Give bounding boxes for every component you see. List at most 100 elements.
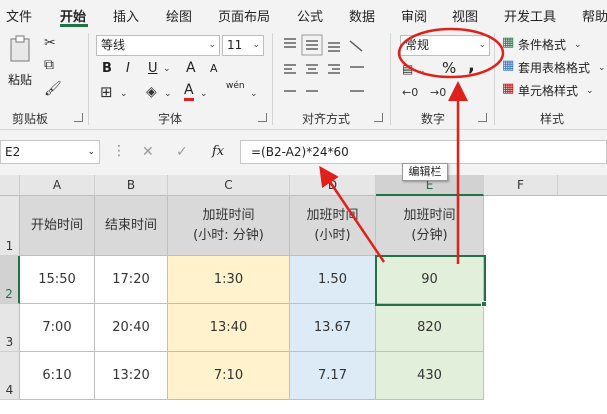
phonetic-button[interactable]: wén bbox=[226, 81, 245, 91]
more-options-icon[interactable]: ⋮ bbox=[112, 143, 126, 159]
cell-b1[interactable]: 结束时间 bbox=[95, 196, 168, 256]
tab-file[interactable]: 文件 bbox=[6, 6, 32, 25]
cancel-icon[interactable]: ✕ bbox=[142, 144, 154, 160]
tab-page-layout[interactable]: 页面布局 bbox=[218, 6, 270, 25]
select-all-corner[interactable] bbox=[0, 175, 20, 196]
cell-c3[interactable]: 13:40 bbox=[168, 304, 290, 352]
column-header-c[interactable]: C bbox=[168, 175, 290, 196]
chevron-down-icon: ⌄ bbox=[478, 40, 486, 50]
cell-c2[interactable]: 1:30 bbox=[168, 256, 290, 304]
cell-d4[interactable]: 7.17 bbox=[290, 352, 376, 400]
column-header-g[interactable] bbox=[558, 175, 607, 196]
cell-d1[interactable]: 加班时间 (小时) bbox=[290, 196, 376, 256]
cell-a1[interactable]: 开始时间 bbox=[20, 196, 95, 256]
border-icon[interactable]: ⊞ bbox=[100, 84, 113, 100]
cell-b2[interactable]: 17:20 bbox=[95, 256, 168, 304]
divider bbox=[494, 33, 495, 125]
chevron-down-icon: ⌄ bbox=[252, 40, 260, 50]
italic-button[interactable]: I bbox=[126, 61, 130, 76]
currency-icon[interactable]: ▤ bbox=[402, 61, 413, 77]
cell-b3[interactable]: 20:40 bbox=[95, 304, 168, 352]
fill-handle[interactable] bbox=[481, 301, 487, 307]
underline-button[interactable]: U bbox=[148, 61, 158, 76]
clipboard-group-label: 剪贴板 bbox=[12, 112, 49, 126]
chevron-down-icon[interactable]: ⌄ bbox=[120, 86, 128, 102]
format-as-table-button[interactable]: 套用表格格式 bbox=[518, 59, 590, 76]
spreadsheet-grid[interactable]: A B C D E F 1 2 3 4 开始时间 结束时间 加班时间 (小时: … bbox=[0, 175, 607, 414]
tab-home[interactable]: 开始 bbox=[60, 6, 86, 25]
tab-data[interactable]: 数据 bbox=[349, 6, 375, 25]
tab-review[interactable]: 审阅 bbox=[401, 6, 427, 25]
increase-decimal-icon[interactable]: ←0 bbox=[402, 85, 418, 101]
row-header-4[interactable]: 4 bbox=[0, 352, 20, 400]
cell-a3[interactable]: 7:00 bbox=[20, 304, 95, 352]
cell-a2[interactable]: 15:50 bbox=[20, 256, 95, 304]
clipboard-launcher-icon[interactable] bbox=[74, 113, 83, 122]
divider bbox=[88, 33, 89, 125]
font-name-select[interactable]: 等线 ⌄ bbox=[96, 35, 220, 56]
cell-e4[interactable]: 430 bbox=[376, 352, 484, 400]
font-launcher-icon[interactable] bbox=[258, 113, 267, 122]
name-box[interactable]: E2 ⌄ bbox=[0, 140, 100, 164]
comma-button[interactable]: , bbox=[468, 55, 475, 76]
grow-font-button[interactable]: A bbox=[186, 60, 196, 76]
cell-d3[interactable]: 13.67 bbox=[290, 304, 376, 352]
conditional-format-button[interactable]: 条件格式 bbox=[518, 36, 566, 53]
bold-button[interactable]: B bbox=[102, 61, 112, 76]
column-header-b[interactable]: B bbox=[95, 175, 168, 196]
cut-icon[interactable]: ✂ bbox=[44, 35, 56, 51]
alignment-launcher-icon[interactable] bbox=[374, 113, 383, 122]
font-size-select[interactable]: 11 ⌄ bbox=[222, 35, 264, 56]
percent-button[interactable]: % bbox=[442, 59, 456, 77]
chevron-down-icon[interactable]: ⌄ bbox=[574, 37, 582, 53]
fill-color-icon[interactable]: ◈ bbox=[146, 84, 157, 100]
chevron-down-icon[interactable]: ⌄ bbox=[163, 61, 171, 77]
divider bbox=[390, 33, 391, 125]
chevron-down-icon[interactable]: ⌄ bbox=[418, 63, 426, 79]
column-header-d[interactable]: D bbox=[290, 175, 376, 196]
row-header-3[interactable]: 3 bbox=[0, 304, 20, 352]
tab-formulas[interactable]: 公式 bbox=[297, 6, 323, 25]
tab-developer[interactable]: 开发工具 bbox=[504, 6, 556, 25]
cell-styles-button[interactable]: 单元格样式 bbox=[518, 82, 578, 99]
cell-styles-icon: ▦ bbox=[502, 81, 515, 96]
formula-bar-area: E2 ⌄ ⋮ ✕ ✓ fx =(B2-A2)*24*60 bbox=[0, 130, 607, 175]
chevron-down-icon[interactable]: ⌄ bbox=[586, 83, 594, 99]
chevron-down-icon[interactable]: ⌄ bbox=[200, 86, 208, 102]
cell-e2[interactable]: 90 bbox=[376, 256, 484, 304]
column-header-f[interactable]: F bbox=[484, 175, 558, 196]
row-header-1[interactable]: 1 bbox=[0, 196, 20, 256]
number-launcher-icon[interactable] bbox=[478, 113, 487, 122]
cell-b4[interactable]: 13:20 bbox=[95, 352, 168, 400]
paste-label: 粘贴 bbox=[8, 73, 33, 87]
insert-function-button[interactable]: fx bbox=[212, 144, 224, 159]
cell-c4[interactable]: 7:10 bbox=[168, 352, 290, 400]
cell-e1[interactable]: 加班时间 (分钟) bbox=[376, 196, 484, 256]
shrink-font-button[interactable]: A bbox=[210, 62, 218, 75]
row-header-2[interactable]: 2 bbox=[0, 256, 20, 304]
paste-button[interactable]: 粘贴 bbox=[6, 33, 36, 95]
divider bbox=[272, 33, 273, 125]
tab-draw[interactable]: 绘图 bbox=[166, 6, 192, 25]
number-format-select[interactable]: 常规 ⌄ bbox=[400, 35, 490, 56]
chevron-down-icon[interactable]: ⌄ bbox=[250, 86, 258, 102]
cell-c1[interactable]: 加班时间 (小时: 分钟) bbox=[168, 196, 290, 256]
cell-a4[interactable]: 6:10 bbox=[20, 352, 95, 400]
font-color-button[interactable]: A bbox=[184, 82, 194, 101]
copy-icon[interactable]: ⧉ bbox=[44, 57, 54, 73]
cell-e3[interactable]: 820 bbox=[376, 304, 484, 352]
tab-help[interactable]: 帮助 bbox=[582, 6, 607, 25]
format-painter-icon[interactable]: 🖌 bbox=[44, 81, 62, 97]
tab-view[interactable]: 视图 bbox=[452, 6, 478, 25]
decrease-decimal-icon[interactable]: →0 bbox=[430, 85, 446, 101]
column-header-a[interactable]: A bbox=[20, 175, 95, 196]
chevron-down-icon[interactable]: ⌄ bbox=[164, 86, 172, 102]
alignment-group-label: 对齐方式 bbox=[302, 112, 351, 126]
tab-insert[interactable]: 插入 bbox=[113, 6, 139, 25]
enter-icon[interactable]: ✓ bbox=[176, 144, 188, 160]
cell-d2[interactable]: 1.50 bbox=[290, 256, 376, 304]
chevron-down-icon[interactable]: ⌄ bbox=[598, 60, 606, 76]
number-format-value: 常规 bbox=[405, 38, 430, 52]
formula-input[interactable]: =(B2-A2)*24*60 bbox=[240, 140, 607, 164]
font-name-value: 等线 bbox=[101, 38, 126, 52]
